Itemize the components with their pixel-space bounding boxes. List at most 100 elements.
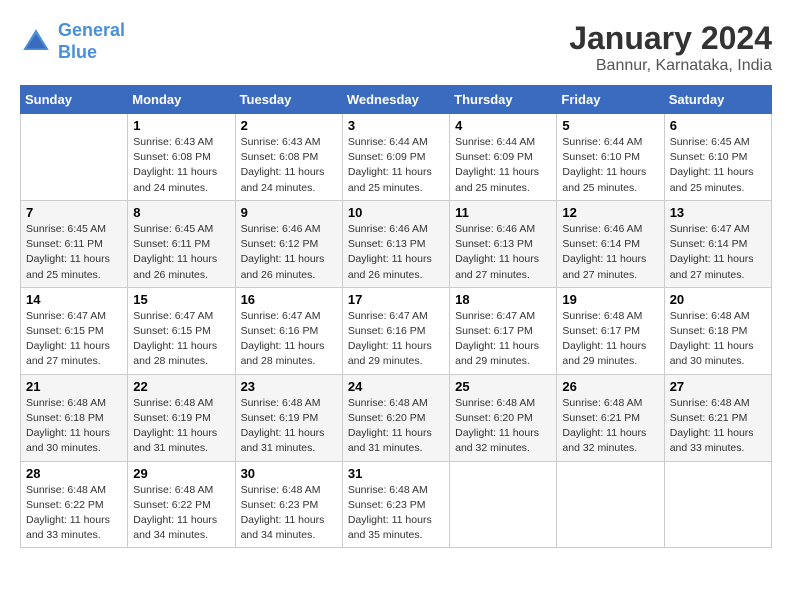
calendar-day-cell: 22Sunrise: 6:48 AM Sunset: 6:19 PM Dayli… bbox=[128, 374, 235, 461]
day-number: 14 bbox=[26, 292, 122, 307]
day-number: 13 bbox=[670, 205, 766, 220]
day-number: 15 bbox=[133, 292, 229, 307]
day-info: Sunrise: 6:48 AM Sunset: 6:21 PM Dayligh… bbox=[670, 396, 766, 457]
day-info: Sunrise: 6:45 AM Sunset: 6:10 PM Dayligh… bbox=[670, 135, 766, 196]
day-number: 7 bbox=[26, 205, 122, 220]
day-number: 24 bbox=[348, 379, 444, 394]
page-header: General Blue January 2024 Bannur, Karnat… bbox=[20, 20, 772, 75]
calendar-day-cell: 27 Sunrise: 6:48 AM Sunset: 6:21 PM Dayli… bbox=[664, 374, 771, 461]
day-number: 6 bbox=[670, 118, 766, 133]
weekday-header-cell: Sunday bbox=[21, 86, 128, 114]
day-number: 16 bbox=[241, 292, 337, 307]
logo: General Blue bbox=[20, 20, 125, 63]
day-info: Sunrise: 6:47 AM Sunset: 6:16 PM Dayligh… bbox=[241, 309, 337, 370]
calendar-week-row: 28 Sunrise: 6:48 AM Sunset: 6:22 PM Dayli… bbox=[21, 461, 772, 548]
calendar-day-cell: 3Sunrise: 6:44 AM Sunset: 6:09 PM Daylig… bbox=[342, 114, 449, 201]
day-info: Sunrise: 6:47 AM Sunset: 6:16 PM Dayligh… bbox=[348, 309, 444, 370]
logo-line2: Blue bbox=[58, 42, 97, 62]
calendar-day-cell: 21Sunrise: 6:48 AM Sunset: 6:18 PM Dayli… bbox=[21, 374, 128, 461]
day-number: 18 bbox=[455, 292, 551, 307]
calendar-day-cell bbox=[450, 461, 557, 548]
calendar-day-cell: 25 Sunrise: 6:48 AM Sunset: 6:20 PM Dayli… bbox=[450, 374, 557, 461]
calendar-day-cell: 24 Sunrise: 6:48 AM Sunset: 6:20 PM Dayli… bbox=[342, 374, 449, 461]
day-number: 12 bbox=[562, 205, 658, 220]
day-number: 4 bbox=[455, 118, 551, 133]
calendar-day-cell: 7Sunrise: 6:45 AM Sunset: 6:11 PM Daylig… bbox=[21, 200, 128, 287]
calendar-day-cell: 29 Sunrise: 6:48 AM Sunset: 6:22 PM Dayli… bbox=[128, 461, 235, 548]
calendar-day-cell: 6 Sunrise: 6:45 AM Sunset: 6:10 PM Daylig… bbox=[664, 114, 771, 201]
day-info: Sunrise: 6:48 AM Sunset: 6:22 PM Dayligh… bbox=[26, 483, 122, 544]
day-info: Sunrise: 6:48 AM Sunset: 6:23 PM Dayligh… bbox=[348, 483, 444, 544]
weekday-header-cell: Tuesday bbox=[235, 86, 342, 114]
location-title: Bannur, Karnataka, India bbox=[569, 57, 772, 75]
calendar-day-cell: 31Sunrise: 6:48 AM Sunset: 6:23 PM Dayli… bbox=[342, 461, 449, 548]
calendar-day-cell: 13 Sunrise: 6:47 AM Sunset: 6:14 PM Dayli… bbox=[664, 200, 771, 287]
day-info: Sunrise: 6:48 AM Sunset: 6:19 PM Dayligh… bbox=[241, 396, 337, 457]
calendar-day-cell: 17 Sunrise: 6:47 AM Sunset: 6:16 PM Dayli… bbox=[342, 287, 449, 374]
day-info: Sunrise: 6:43 AM Sunset: 6:08 PM Dayligh… bbox=[133, 135, 229, 196]
weekday-header-cell: Saturday bbox=[664, 86, 771, 114]
calendar-week-row: 14 Sunrise: 6:47 AM Sunset: 6:15 PM Dayli… bbox=[21, 287, 772, 374]
day-number: 23 bbox=[241, 379, 337, 394]
weekday-header-cell: Wednesday bbox=[342, 86, 449, 114]
logo-line1: General bbox=[58, 20, 125, 40]
day-number: 21 bbox=[26, 379, 122, 394]
month-title: January 2024 bbox=[569, 20, 772, 57]
day-info: Sunrise: 6:46 AM Sunset: 6:12 PM Dayligh… bbox=[241, 222, 337, 283]
calendar-day-cell: 23 Sunrise: 6:48 AM Sunset: 6:19 PM Dayli… bbox=[235, 374, 342, 461]
day-number: 2 bbox=[241, 118, 337, 133]
calendar-day-cell: 30Sunrise: 6:48 AM Sunset: 6:23 PM Dayli… bbox=[235, 461, 342, 548]
day-info: Sunrise: 6:45 AM Sunset: 6:11 PM Dayligh… bbox=[133, 222, 229, 283]
logo-text: General Blue bbox=[58, 20, 125, 63]
calendar-body: 1 Sunrise: 6:43 AM Sunset: 6:08 PM Daylig… bbox=[21, 114, 772, 548]
day-number: 25 bbox=[455, 379, 551, 394]
calendar-day-cell: 18Sunrise: 6:47 AM Sunset: 6:17 PM Dayli… bbox=[450, 287, 557, 374]
day-number: 30 bbox=[241, 466, 337, 481]
day-info: Sunrise: 6:43 AM Sunset: 6:08 PM Dayligh… bbox=[241, 135, 337, 196]
day-number: 5 bbox=[562, 118, 658, 133]
calendar-day-cell: 4Sunrise: 6:44 AM Sunset: 6:09 PM Daylig… bbox=[450, 114, 557, 201]
calendar-day-cell: 2 Sunrise: 6:43 AM Sunset: 6:08 PM Daylig… bbox=[235, 114, 342, 201]
calendar-day-cell: 19Sunrise: 6:48 AM Sunset: 6:17 PM Dayli… bbox=[557, 287, 664, 374]
day-number: 26 bbox=[562, 379, 658, 394]
day-number: 8 bbox=[133, 205, 229, 220]
day-info: Sunrise: 6:47 AM Sunset: 6:14 PM Dayligh… bbox=[670, 222, 766, 283]
calendar-day-cell: 9 Sunrise: 6:46 AM Sunset: 6:12 PM Daylig… bbox=[235, 200, 342, 287]
logo-icon bbox=[20, 26, 52, 58]
calendar-day-cell: 12 Sunrise: 6:46 AM Sunset: 6:14 PM Dayli… bbox=[557, 200, 664, 287]
day-info: Sunrise: 6:48 AM Sunset: 6:17 PM Dayligh… bbox=[562, 309, 658, 370]
day-info: Sunrise: 6:47 AM Sunset: 6:15 PM Dayligh… bbox=[133, 309, 229, 370]
day-number: 27 bbox=[670, 379, 766, 394]
day-number: 9 bbox=[241, 205, 337, 220]
day-number: 10 bbox=[348, 205, 444, 220]
day-info: Sunrise: 6:48 AM Sunset: 6:22 PM Dayligh… bbox=[133, 483, 229, 544]
title-area: January 2024 Bannur, Karnataka, India bbox=[569, 20, 772, 75]
day-info: Sunrise: 6:44 AM Sunset: 6:09 PM Dayligh… bbox=[348, 135, 444, 196]
calendar-day-cell: 14Sunrise: 6:47 AM Sunset: 6:15 PM Dayli… bbox=[21, 287, 128, 374]
weekday-header-cell: Thursday bbox=[450, 86, 557, 114]
calendar-day-cell: 11Sunrise: 6:46 AM Sunset: 6:13 PM Dayli… bbox=[450, 200, 557, 287]
calendar-day-cell: 16 Sunrise: 6:47 AM Sunset: 6:16 PM Dayli… bbox=[235, 287, 342, 374]
calendar-day-cell: 8 Sunrise: 6:45 AM Sunset: 6:11 PM Daylig… bbox=[128, 200, 235, 287]
day-info: Sunrise: 6:48 AM Sunset: 6:18 PM Dayligh… bbox=[670, 309, 766, 370]
day-info: Sunrise: 6:48 AM Sunset: 6:19 PM Dayligh… bbox=[133, 396, 229, 457]
calendar-week-row: 21Sunrise: 6:48 AM Sunset: 6:18 PM Dayli… bbox=[21, 374, 772, 461]
calendar-day-cell: 10 Sunrise: 6:46 AM Sunset: 6:13 PM Dayli… bbox=[342, 200, 449, 287]
day-number: 17 bbox=[348, 292, 444, 307]
day-info: Sunrise: 6:48 AM Sunset: 6:21 PM Dayligh… bbox=[562, 396, 658, 457]
day-number: 1 bbox=[133, 118, 229, 133]
day-number: 29 bbox=[133, 466, 229, 481]
weekday-header-row: SundayMondayTuesdayWednesdayThursdayFrid… bbox=[21, 86, 772, 114]
calendar-day-cell: 26 Sunrise: 6:48 AM Sunset: 6:21 PM Dayli… bbox=[557, 374, 664, 461]
day-info: Sunrise: 6:48 AM Sunset: 6:20 PM Dayligh… bbox=[348, 396, 444, 457]
day-info: Sunrise: 6:44 AM Sunset: 6:10 PM Dayligh… bbox=[562, 135, 658, 196]
day-info: Sunrise: 6:46 AM Sunset: 6:13 PM Dayligh… bbox=[348, 222, 444, 283]
day-info: Sunrise: 6:48 AM Sunset: 6:20 PM Dayligh… bbox=[455, 396, 551, 457]
weekday-header-cell: Monday bbox=[128, 86, 235, 114]
day-info: Sunrise: 6:46 AM Sunset: 6:14 PM Dayligh… bbox=[562, 222, 658, 283]
calendar-day-cell: 15 Sunrise: 6:47 AM Sunset: 6:15 PM Dayli… bbox=[128, 287, 235, 374]
day-number: 11 bbox=[455, 205, 551, 220]
day-number: 28 bbox=[26, 466, 122, 481]
calendar-day-cell: 1 Sunrise: 6:43 AM Sunset: 6:08 PM Daylig… bbox=[128, 114, 235, 201]
calendar-week-row: 1 Sunrise: 6:43 AM Sunset: 6:08 PM Daylig… bbox=[21, 114, 772, 201]
